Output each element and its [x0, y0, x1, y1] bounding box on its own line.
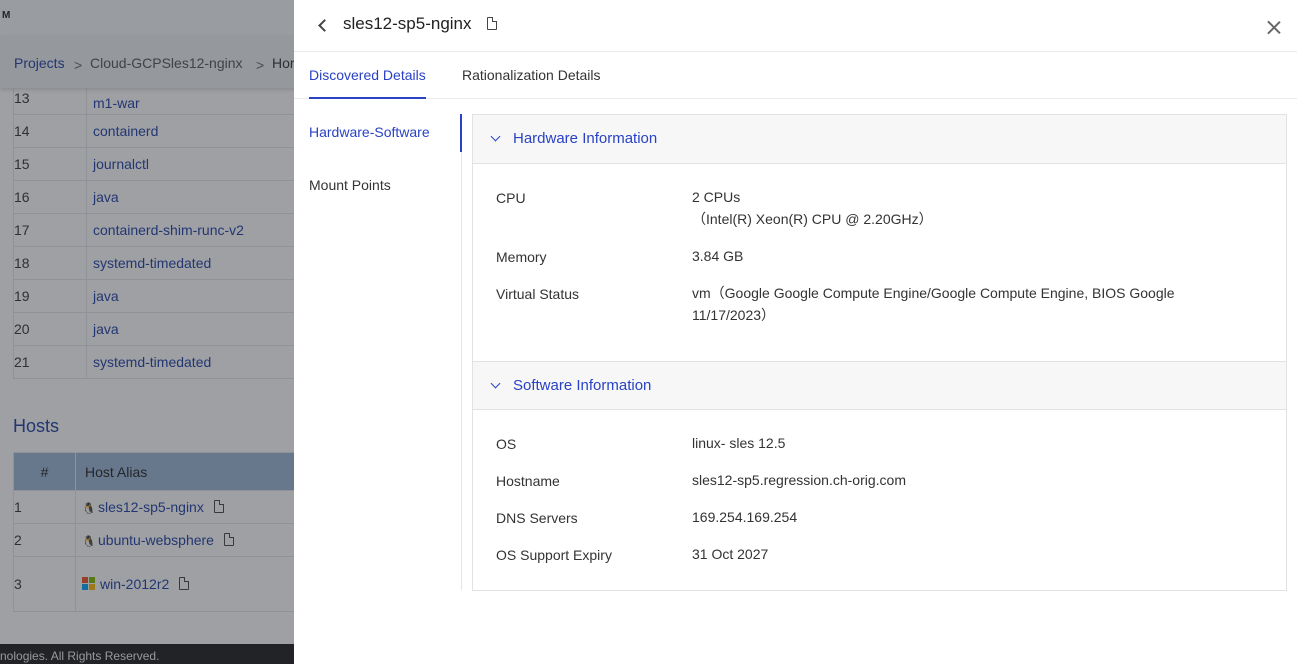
hardware-section-title: Hardware Information	[513, 130, 658, 147]
side-nav-hardware-software[interactable]: Hardware-Software	[309, 124, 430, 140]
tab-discovered-details[interactable]: Discovered Details	[309, 67, 426, 99]
dns-servers-value: 169.254.169.254	[692, 509, 798, 525]
software-section-title: Software Information	[513, 377, 652, 394]
os-value: linux- sles 12.5	[692, 435, 786, 451]
os-support-expiry-label: OS Support Expiry	[496, 547, 612, 563]
os-support-expiry-value: 31 Oct 2027	[692, 546, 769, 562]
hostname-label: Hostname	[496, 473, 560, 489]
os-label: OS	[496, 436, 517, 452]
side-nav: Hardware-Software Mount Points	[294, 114, 462, 590]
cpu-value: 2 CPUs （Intel(R) Xeon(R) CPU @ 2.20GHz）	[692, 189, 933, 227]
host-details-drawer: sles12-sp5-nginx Discovered Details Rati…	[294, 0, 1297, 664]
dns-servers-label: DNS Servers	[496, 510, 578, 526]
chevron-down-icon	[490, 378, 501, 389]
tab-rationalization-details[interactable]: Rationalization Details	[462, 67, 601, 83]
virtual-status-label: Virtual Status	[496, 286, 580, 302]
details-panel: Hardware Information CPU 2 CPUs （Intel(R…	[472, 114, 1287, 591]
chevron-down-icon	[490, 131, 501, 142]
memory-value: 3.84 GB	[692, 248, 744, 264]
software-section-header[interactable]: Software Information	[473, 361, 1286, 410]
drawer-header: sles12-sp5-nginx	[294, 0, 1297, 52]
memory-label: Memory	[496, 249, 547, 265]
close-icon[interactable]	[1267, 20, 1281, 34]
modal-overlay[interactable]	[0, 0, 294, 664]
active-indicator	[460, 114, 462, 152]
chevron-left-icon[interactable]	[316, 16, 330, 34]
drawer-title: sles12-sp5-nginx	[343, 14, 472, 33]
hardware-section-header[interactable]: Hardware Information	[473, 115, 1286, 164]
cpu-label: CPU	[496, 190, 526, 206]
side-nav-mount-points[interactable]: Mount Points	[309, 177, 391, 193]
tab-bar: Discovered Details Rationalization Detai…	[294, 52, 1297, 99]
virtual-status-value: vm（Google Google Compute Engine/Google C…	[692, 285, 1175, 323]
document-icon[interactable]	[487, 17, 497, 30]
hostname-value: sles12-sp5.regression.ch-orig.com	[692, 472, 906, 488]
